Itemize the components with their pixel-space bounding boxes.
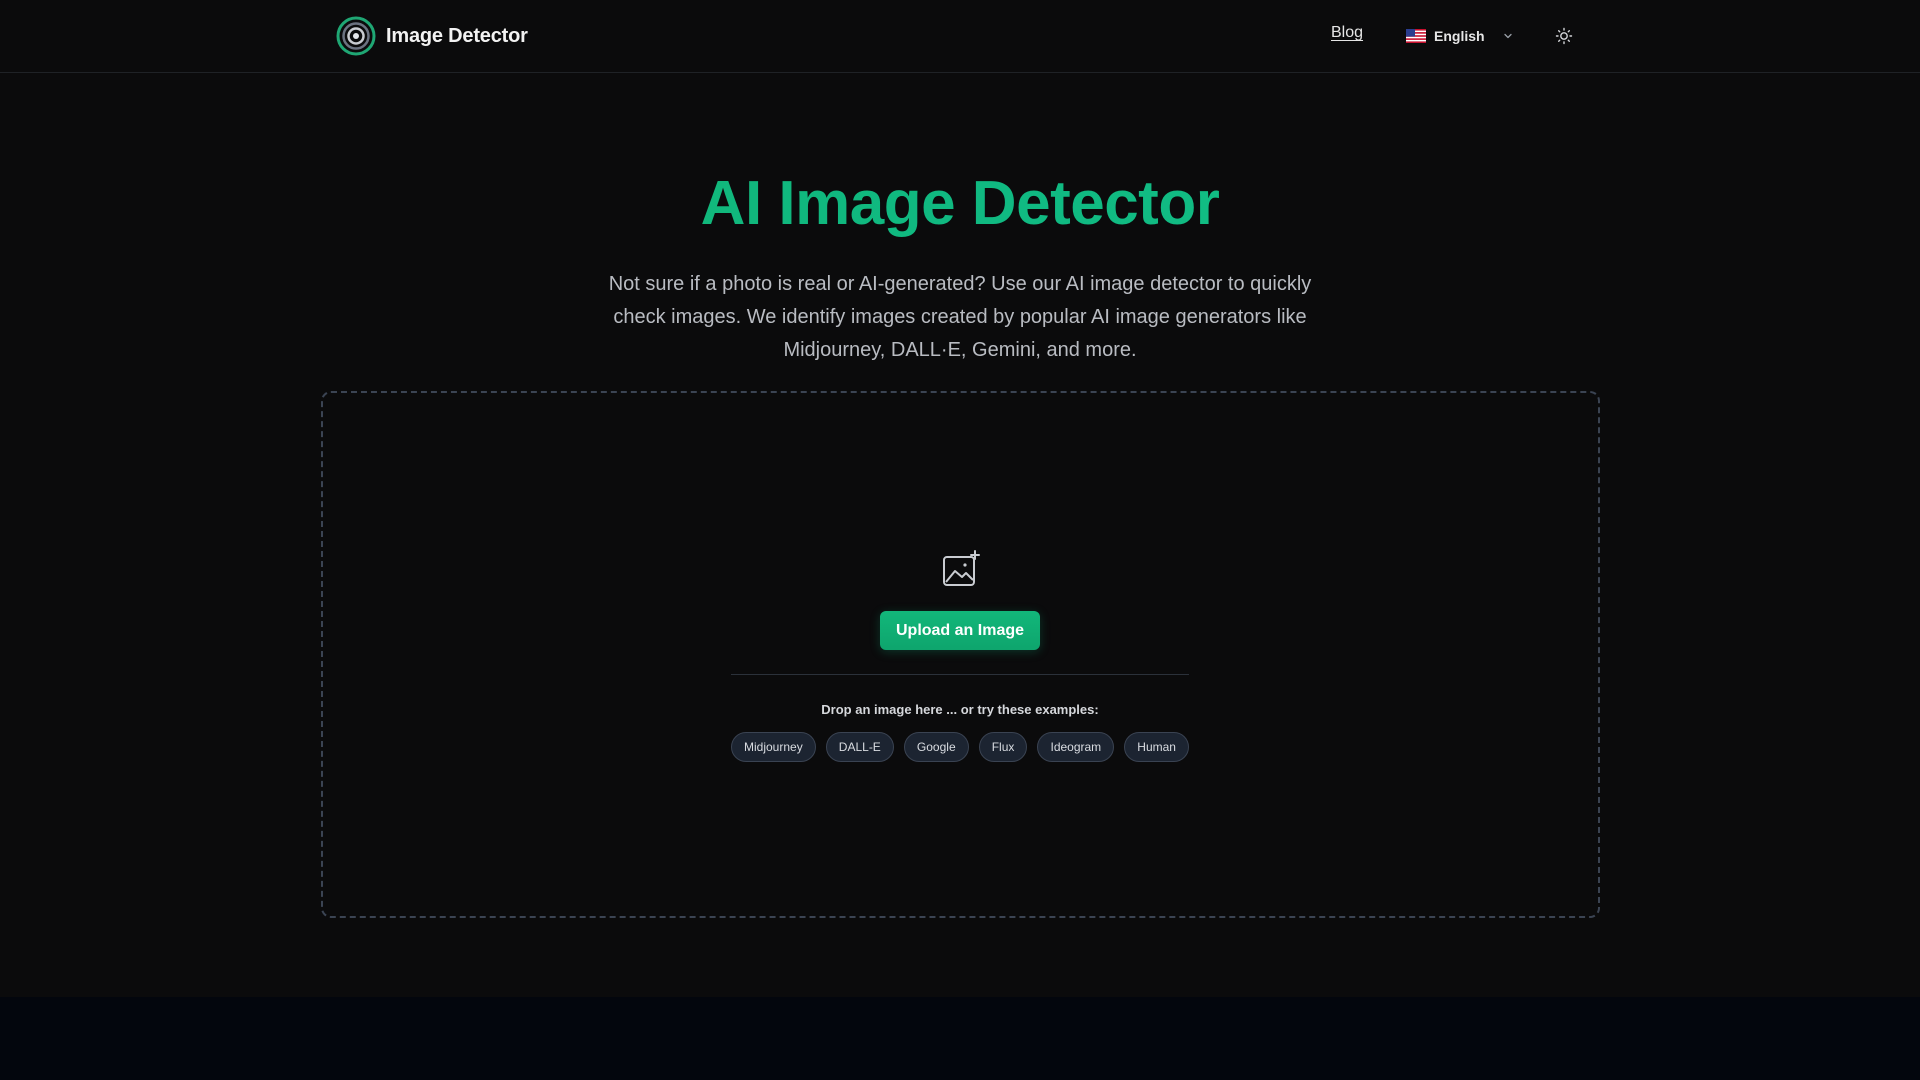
language-selector[interactable]: English: [1406, 24, 1513, 48]
page-title: AI Image Detector: [0, 168, 1920, 239]
brand-name: Image Detector: [386, 24, 528, 47]
image-plus-icon: [943, 550, 980, 586]
nav-link-blog[interactable]: Blog: [1331, 24, 1363, 42]
page: Image Detector Blog English AI Image Det…: [0, 0, 1920, 1080]
example-chip-human[interactable]: Human: [1124, 732, 1189, 762]
language-label: English: [1434, 28, 1485, 44]
example-chips: Midjourney DALL-E Google Flux Ideogram H…: [731, 732, 1189, 762]
example-chip-midjourney[interactable]: Midjourney: [731, 732, 816, 762]
upload-image-button[interactable]: Upload an Image: [880, 611, 1040, 650]
image-dropzone[interactable]: [321, 391, 1600, 918]
divider: [731, 674, 1189, 675]
top-navbar: Image Detector Blog English: [0, 0, 1920, 73]
footer-band: [0, 997, 1920, 1080]
sun-icon: [1555, 27, 1573, 45]
example-chip-google[interactable]: Google: [903, 732, 969, 762]
brand-home-link[interactable]: Image Detector: [336, 16, 528, 56]
us-flag-icon: [1406, 29, 1426, 43]
drop-hint: Drop an image here ... or try these exam…: [821, 702, 1099, 717]
example-chip-ideogram[interactable]: Ideogram: [1037, 732, 1115, 762]
example-chip-flux[interactable]: Flux: [978, 732, 1028, 762]
example-chip-dall-e[interactable]: DALL-E: [825, 732, 894, 762]
theme-toggle-button[interactable]: [1552, 24, 1576, 48]
chevron-down-icon: [1503, 33, 1512, 39]
concentric-circles-logo-icon: [336, 16, 376, 56]
page-subtitle: Not sure if a photo is real or AI-genera…: [608, 273, 1312, 361]
